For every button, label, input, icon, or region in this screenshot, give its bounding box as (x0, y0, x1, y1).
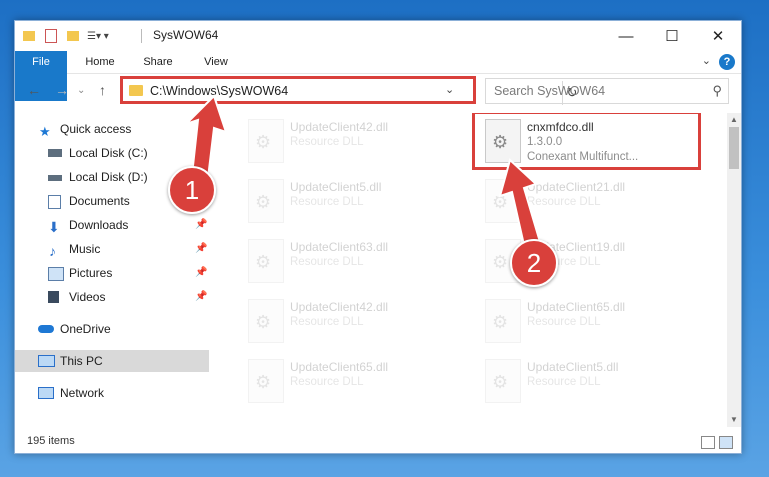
annotation-arrows (185, 94, 542, 247)
step-1-badge: 1 (168, 166, 216, 214)
step-2-badge: 2 (510, 239, 558, 287)
arrow-step-2 (498, 158, 542, 247)
